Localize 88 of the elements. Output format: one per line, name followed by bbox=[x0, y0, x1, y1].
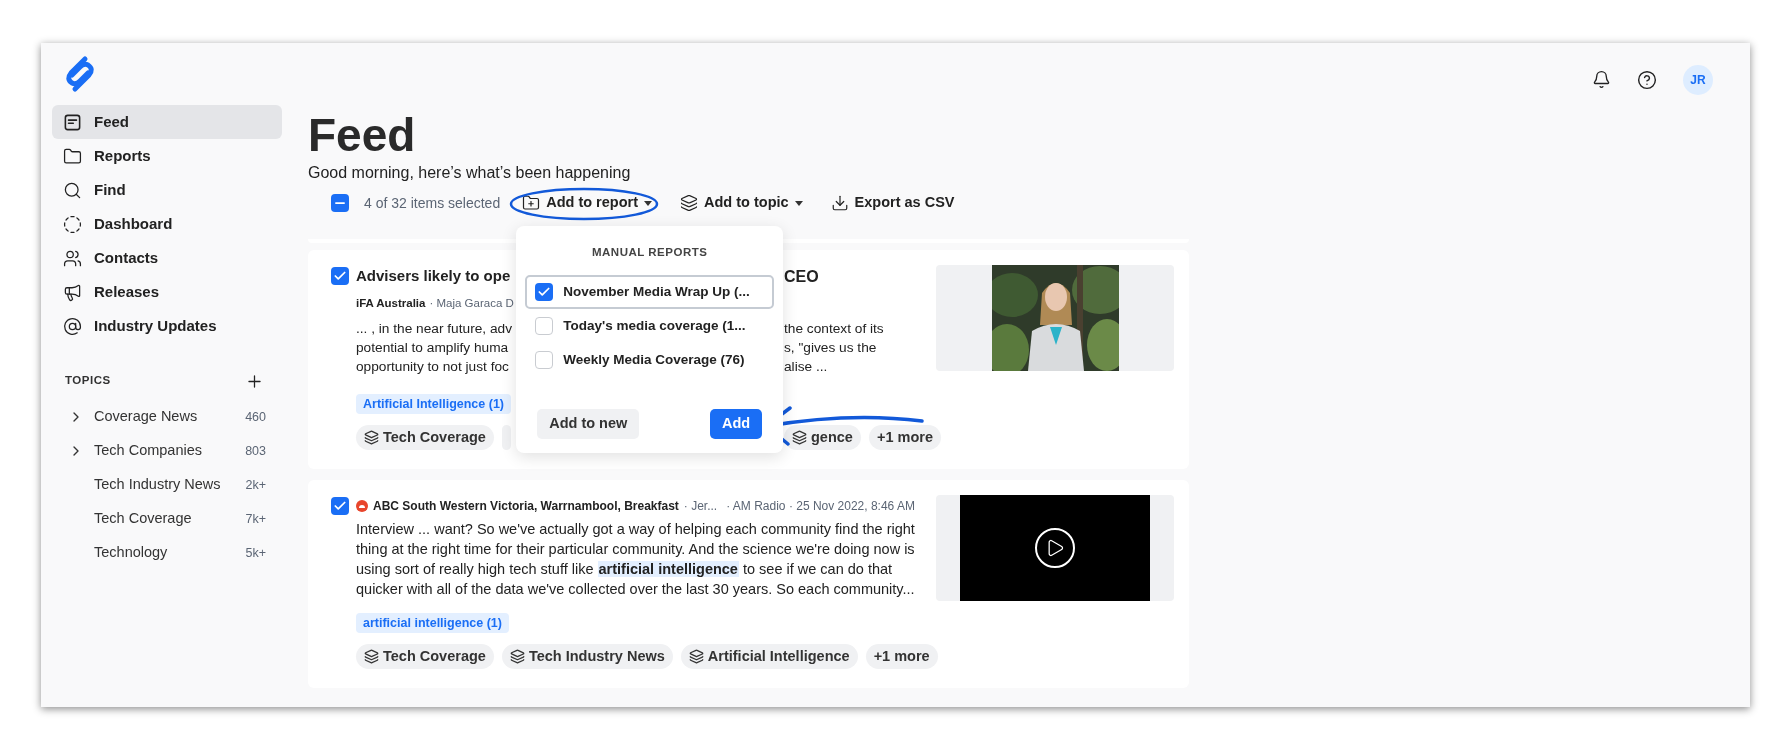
nav-item[interactable]: Dashboard bbox=[52, 207, 282, 241]
nav-item[interactable]: Contacts bbox=[52, 241, 282, 275]
topic-label: Coverage News bbox=[94, 407, 199, 427]
checkbox[interactable] bbox=[535, 283, 554, 302]
play-icon bbox=[1035, 528, 1075, 568]
help-icon[interactable] bbox=[1637, 69, 1657, 90]
logo-icon[interactable] bbox=[63, 55, 97, 93]
avatar[interactable]: JR bbox=[1683, 64, 1713, 95]
megaphone-icon bbox=[63, 282, 82, 302]
check-icon bbox=[333, 499, 347, 513]
excerpt-text: the context of its bbox=[784, 320, 885, 338]
search-icon bbox=[63, 180, 82, 200]
selection-count: 4 of 32 items selected bbox=[364, 193, 501, 213]
topic-chip[interactable]: Artificial Intelligence bbox=[680, 644, 858, 669]
folder-icon bbox=[63, 146, 82, 166]
nav-item[interactable]: Reports bbox=[52, 139, 282, 173]
page-subtitle: Good morning, here’s what’s been happening bbox=[308, 163, 631, 183]
checkbox[interactable] bbox=[331, 194, 349, 212]
section-heading: TOPICS bbox=[65, 373, 111, 389]
card-title[interactable]: CEO bbox=[784, 265, 819, 291]
excerpt-text: alise ... bbox=[784, 358, 829, 376]
caret-icon bbox=[794, 200, 803, 206]
topic-count: 460 bbox=[245, 408, 266, 426]
checkbox[interactable] bbox=[535, 351, 554, 370]
notifications-icon[interactable] bbox=[1592, 70, 1611, 89]
nav-item[interactable]: Feed bbox=[52, 105, 282, 139]
check-icon bbox=[333, 269, 347, 283]
topic-item[interactable]: Technology 5k+ bbox=[52, 536, 282, 570]
topic-item[interactable]: Tech Companies 803 bbox=[52, 434, 282, 468]
feed-icon bbox=[63, 112, 82, 132]
topic-label: Technology bbox=[94, 543, 169, 563]
keyword-tag[interactable]: artificial intelligence (1) bbox=[356, 613, 509, 633]
at-sign-icon bbox=[63, 316, 82, 336]
topic-item[interactable]: Tech Coverage 7k+ bbox=[52, 502, 282, 536]
topic-count: 5k+ bbox=[245, 544, 266, 562]
excerpt-text: s, "gives us the bbox=[784, 339, 878, 357]
excerpt-text: Interview ... want? So we've actually got a way of helping each community find the right thing at the right time for their particular community. And the science we're doing now is using sort of really high tech stuff like artificial intelligence to see if we can do that quicker with all of the data we've collected over the last 30 years. So each community... bbox=[356, 520, 916, 599]
layers-icon bbox=[364, 649, 379, 664]
checkbox[interactable] bbox=[331, 267, 349, 285]
topic-chip[interactable]: gence bbox=[784, 425, 861, 450]
caret-icon bbox=[644, 200, 652, 206]
topic-item[interactable]: Tech Industry News 2k+ bbox=[52, 468, 282, 502]
download-icon bbox=[830, 194, 849, 212]
report-option[interactable]: November Media Wrap Up (... bbox=[525, 275, 775, 310]
topic-count: 7k+ bbox=[245, 510, 266, 528]
layers-icon bbox=[509, 649, 525, 664]
add-to-new-button[interactable]: Add to new bbox=[537, 409, 640, 440]
page-title: Feed bbox=[308, 111, 416, 159]
add-button[interactable]: Add bbox=[710, 409, 763, 440]
source-name: iFA Australia bbox=[356, 296, 426, 311]
topic-count: 803 bbox=[245, 442, 266, 460]
folder-plus-icon bbox=[522, 194, 541, 212]
checkbox[interactable] bbox=[535, 317, 554, 336]
topic-label: Tech Industry News bbox=[94, 475, 222, 495]
report-option[interactable]: Weekly Media Coverage (76) bbox=[525, 343, 775, 378]
dashed-circle-icon bbox=[63, 214, 82, 234]
layers-icon bbox=[688, 649, 704, 664]
topic-chip[interactable]: +1 more bbox=[868, 425, 941, 450]
topic-chip[interactable]: Tech Industry News bbox=[501, 644, 673, 669]
report-option[interactable]: Today's media coverage (1... bbox=[525, 309, 775, 344]
topic-label: Tech Companies bbox=[94, 441, 203, 461]
byline: · Jer... bbox=[683, 498, 718, 515]
keyword-tag[interactable]: Artificial Intelligence (1) bbox=[356, 394, 511, 414]
topic-chip[interactable]: +1 more bbox=[865, 644, 938, 669]
people-icon bbox=[63, 248, 82, 268]
topic-chip[interactable]: Tech Coverage bbox=[356, 425, 494, 450]
menu-heading: MANUAL REPORTS bbox=[592, 245, 708, 260]
nav-item[interactable]: Releases bbox=[52, 275, 282, 309]
source-icon bbox=[356, 500, 368, 512]
excerpt-text: potential to amplify huma bbox=[356, 339, 509, 357]
topic-chip[interactable]: Tech Coverage bbox=[356, 644, 494, 669]
toolbar-button[interactable]: Export as CSV bbox=[826, 188, 959, 218]
layers-plus-icon bbox=[680, 194, 698, 212]
item-details: · AM Radio · 25 Nov 2022, 8:46 AM bbox=[726, 498, 915, 515]
source-name: ABC South Western Victoria, Warrnambool, Breakfast bbox=[373, 498, 679, 515]
card-title[interactable]: Advisers likely to ope bbox=[356, 265, 511, 291]
byline: · Maja Garaca D bbox=[429, 296, 514, 311]
topic-count: 2k+ bbox=[245, 476, 266, 494]
topic-label: Tech Coverage bbox=[94, 509, 193, 529]
topic-item[interactable]: Coverage News 460 bbox=[52, 400, 282, 434]
checkbox[interactable] bbox=[331, 497, 349, 515]
toolbar-button[interactable]: Add to topic bbox=[676, 188, 807, 218]
nav-item[interactable]: Industry Updates bbox=[52, 309, 282, 343]
layers-icon bbox=[364, 430, 379, 445]
nav-item[interactable]: Find bbox=[52, 173, 282, 207]
excerpt-text: ... , in the near future, adv bbox=[356, 320, 512, 338]
excerpt-text: opportunity to not just foc bbox=[356, 358, 509, 376]
layers-icon bbox=[792, 430, 807, 445]
